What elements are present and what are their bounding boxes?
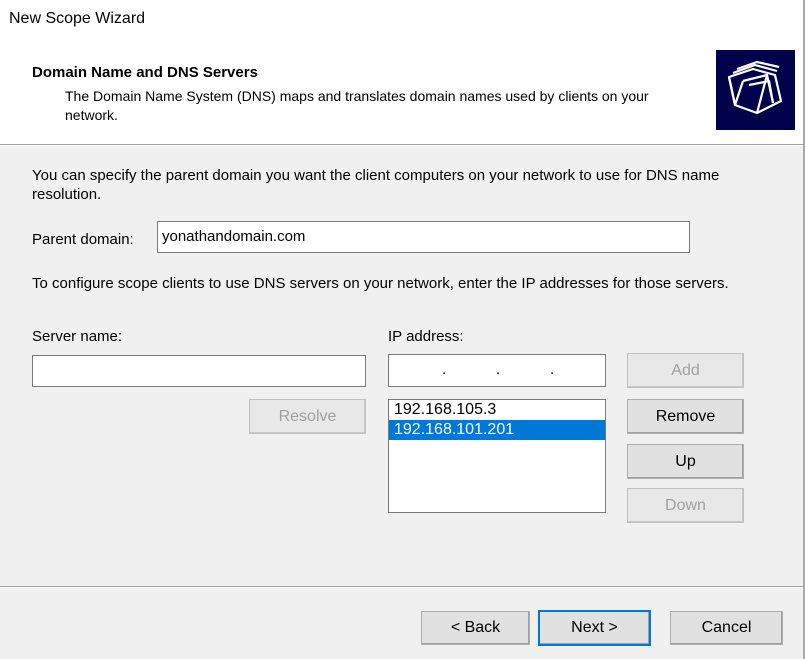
resolve-button[interactable]: Resolve	[249, 399, 366, 434]
wizard-content: You can specify the parent domain you wa…	[0, 146, 803, 586]
footer-separator	[0, 586, 803, 588]
remove-button[interactable]: Remove	[627, 399, 744, 434]
up-button[interactable]: Up	[627, 444, 744, 479]
next-button[interactable]: Next >	[538, 610, 651, 646]
window-title: New Scope Wizard	[9, 10, 146, 27]
ip-address-input[interactable]: . . .	[388, 354, 606, 387]
back-button[interactable]: < Back	[421, 611, 530, 645]
parent-domain-label: Parent domain:	[32, 231, 134, 248]
parent-domain-input[interactable]: yonathandomain.com	[157, 221, 690, 253]
page-description: The Domain Name System (DNS) maps and tr…	[65, 88, 649, 123]
new-scope-wizard-window: New Scope Wizard Domain Name and DNS Ser…	[0, 0, 805, 659]
ip-list-item[interactable]: 192.168.101.201	[389, 420, 605, 440]
server-name-input[interactable]	[32, 355, 366, 387]
ip-list-item[interactable]: 192.168.105.3	[389, 400, 605, 420]
folder-stack-glyph	[727, 60, 782, 115]
cancel-button[interactable]: Cancel	[670, 611, 783, 645]
ip-octet-dot-3: .	[550, 361, 555, 378]
ip-address-label: IP address:	[388, 328, 464, 345]
add-button[interactable]: Add	[627, 353, 744, 388]
wizard-header: Domain Name and DNS Servers The Domain N…	[0, 44, 803, 144]
title-bar: New Scope Wizard	[0, 0, 803, 44]
intro-text: You can specify the parent domain you wa…	[32, 167, 720, 203]
dns-server-list[interactable]: 192.168.105.3 192.168.101.201	[388, 399, 606, 513]
dns-instructions-text: To configure scope clients to use DNS se…	[32, 275, 729, 292]
ip-octet-dot-2: .	[496, 361, 501, 378]
ip-octet-dot-1: .	[442, 361, 447, 378]
page-title: Domain Name and DNS Servers	[32, 64, 258, 81]
folder-stack-icon	[716, 50, 795, 130]
server-name-label: Server name:	[32, 328, 123, 345]
down-button[interactable]: Down	[627, 488, 744, 523]
